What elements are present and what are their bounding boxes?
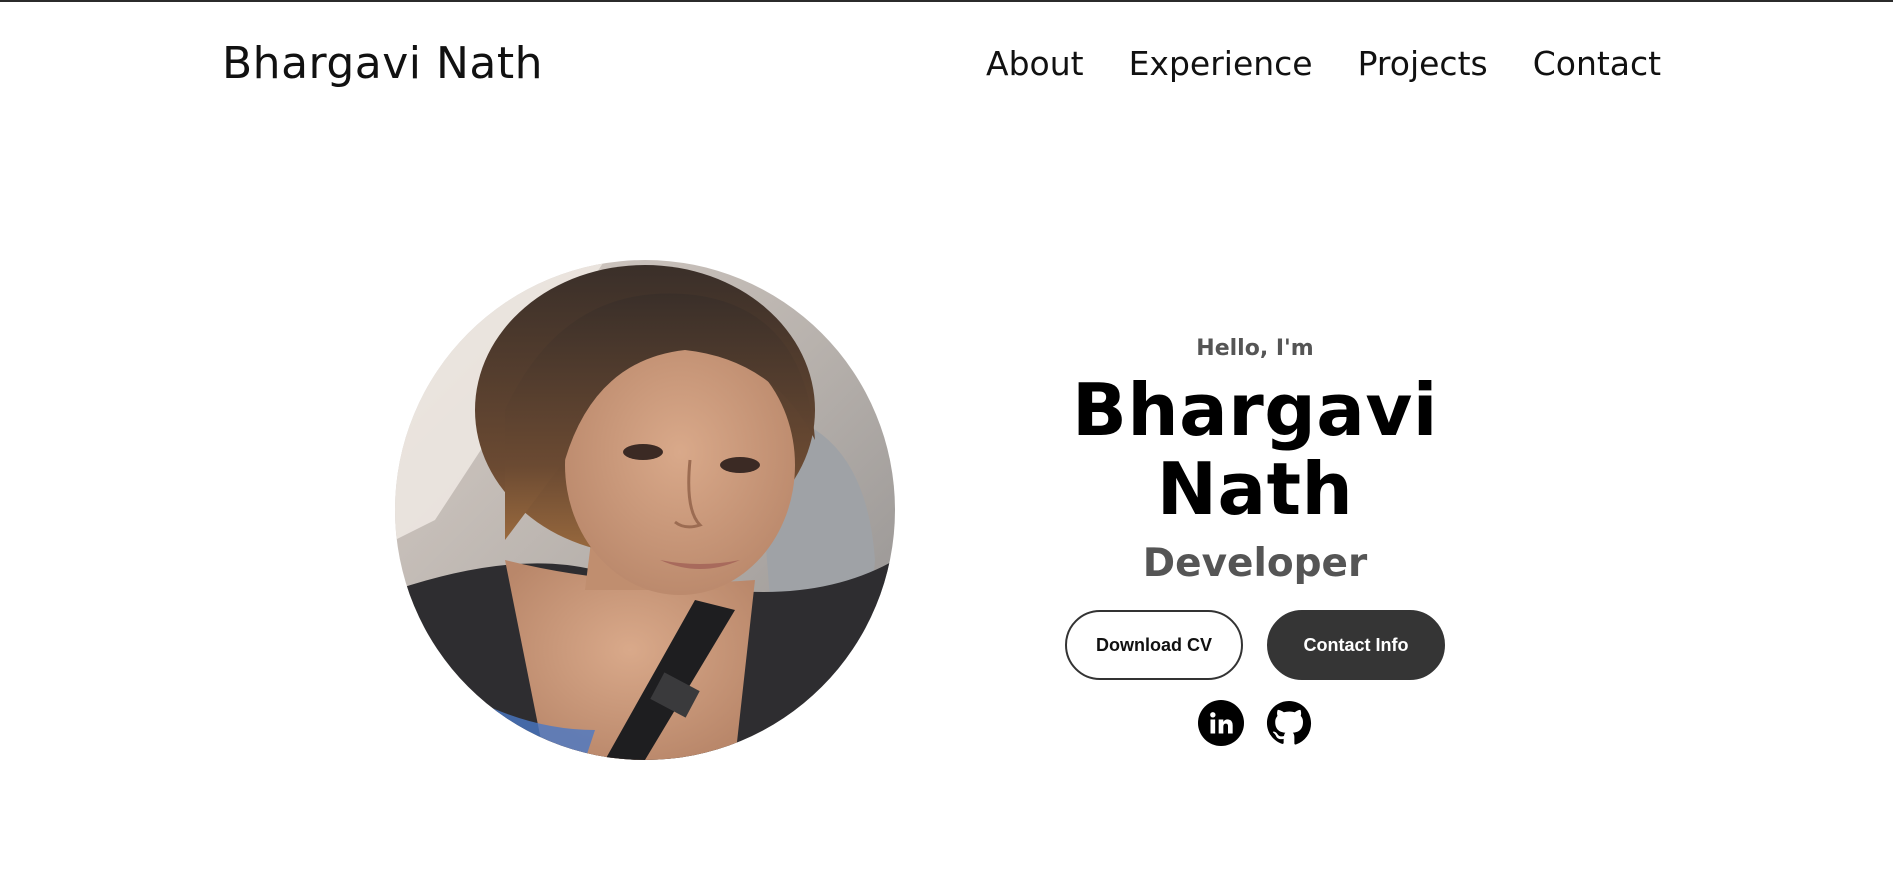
contact-info-button[interactable]: Contact Info bbox=[1267, 610, 1445, 681]
github-icon[interactable] bbox=[1266, 700, 1312, 747]
hero-role: Developer bbox=[1142, 541, 1368, 587]
main-nav: About Experience Projects Contact bbox=[986, 44, 1661, 83]
greeting-text: Hello, I'm bbox=[1196, 336, 1314, 361]
linkedin-icon[interactable] bbox=[1198, 700, 1244, 747]
social-links bbox=[1000, 700, 1510, 747]
top-border bbox=[0, 0, 1893, 2]
site-logo[interactable]: Bhargavi Nath bbox=[222, 38, 543, 89]
hero-name: Bhargavi Nath bbox=[1072, 368, 1438, 532]
hero-buttons: Download CV Contact Info bbox=[1000, 610, 1510, 681]
nav-link-projects[interactable]: Projects bbox=[1358, 44, 1488, 83]
nav-link-about[interactable]: About bbox=[986, 44, 1084, 83]
profile-photo bbox=[395, 260, 895, 760]
download-cv-button[interactable]: Download CV bbox=[1065, 610, 1243, 681]
nav-link-contact[interactable]: Contact bbox=[1533, 44, 1661, 83]
hero-section: Hello, I'm Bhargavi Nath Developer Downl… bbox=[1000, 330, 1510, 747]
nav-link-experience[interactable]: Experience bbox=[1129, 44, 1313, 83]
